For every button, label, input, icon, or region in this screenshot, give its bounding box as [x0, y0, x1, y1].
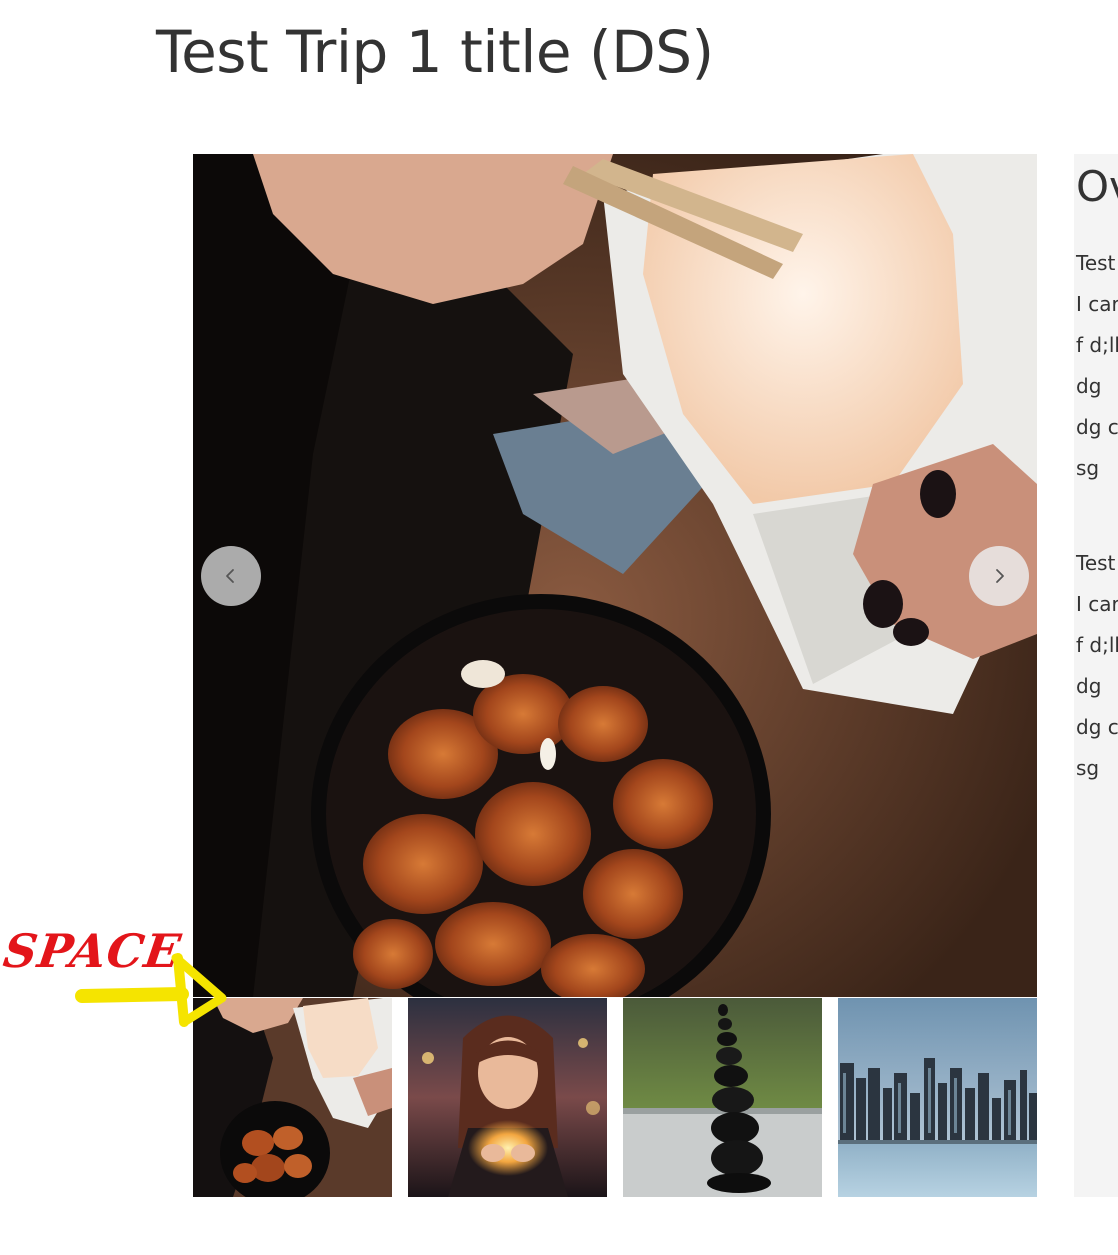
- overview-line: dg: [1076, 374, 1102, 398]
- thumbnail-woman-lights[interactable]: [408, 998, 607, 1197]
- overview-line: f d;lk: [1076, 333, 1118, 357]
- carousel-prev-button[interactable]: [201, 546, 261, 606]
- overview-line: sg: [1076, 456, 1100, 480]
- arrow-annotation-icon: [75, 953, 227, 1027]
- overview-line: f d;lk: [1076, 633, 1118, 657]
- space-annotation: SPACE: [0, 918, 240, 1028]
- thumbnail-stone-stack[interactable]: [623, 998, 822, 1197]
- carousel-main-image: [193, 154, 1037, 997]
- overview-line: dg c: [1076, 715, 1118, 739]
- overview-line: dg: [1076, 674, 1102, 698]
- thumbnail-strip: [193, 998, 1037, 1197]
- overview-line: dg c: [1076, 415, 1118, 439]
- image-carousel[interactable]: [193, 154, 1037, 997]
- overview-title: Ov: [1076, 162, 1118, 211]
- thumbnail-city-skyline[interactable]: [838, 998, 1037, 1197]
- overview-line: Test: [1076, 551, 1116, 575]
- overview-line: Test: [1076, 251, 1116, 275]
- page-title: Test Trip 1 title (DS): [156, 18, 714, 86]
- overview-line: I car: [1076, 592, 1118, 616]
- overview-panel: Ov Test I car f d;lk dg dg c sg Test I c…: [1074, 154, 1118, 1197]
- overview-line: I car: [1076, 292, 1118, 316]
- carousel-next-button[interactable]: [969, 546, 1029, 606]
- chevron-right-icon: [996, 569, 1004, 583]
- chevron-left-icon: [226, 569, 234, 583]
- overview-line: sg: [1076, 756, 1100, 780]
